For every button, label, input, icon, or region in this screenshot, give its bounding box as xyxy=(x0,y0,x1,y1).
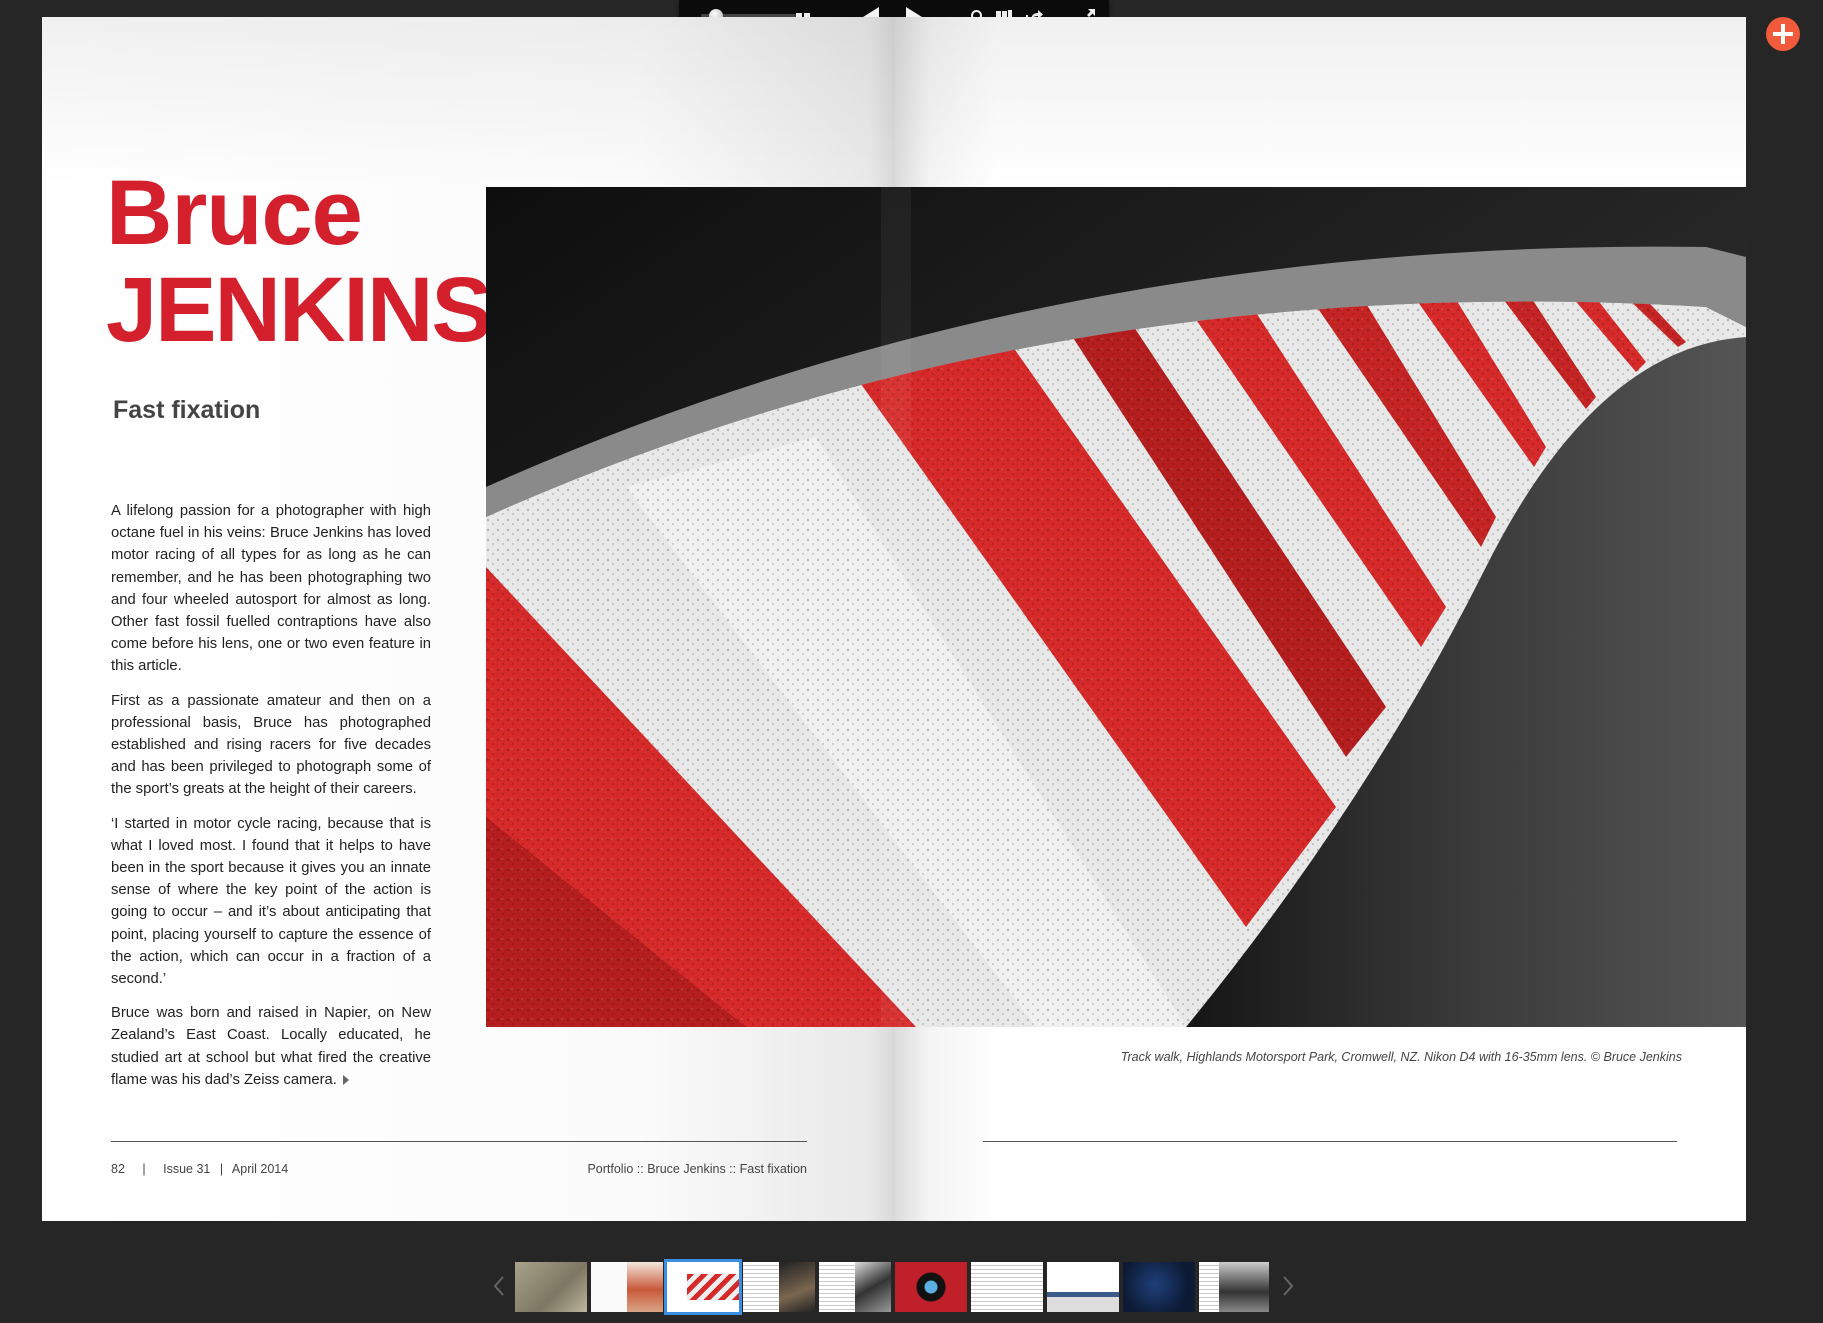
page-thumbnail[interactable] xyxy=(819,1262,891,1312)
footer-separator: | xyxy=(142,1162,146,1176)
article-subtitle: Fast fixation xyxy=(113,396,261,424)
page-thumbnail[interactable] xyxy=(515,1262,587,1312)
article-paragraph: ‘I started in motor cycle racing, becaus… xyxy=(111,815,431,988)
footer-divider xyxy=(111,1141,807,1142)
photo-caption: Track walk, Highlands Motorsport Park, C… xyxy=(1120,1050,1682,1064)
article-paragraph: First as a passionate amateur and then o… xyxy=(111,692,431,798)
article-paragraph: Bruce was born and raised in Napier, on … xyxy=(111,1005,431,1088)
page-thumbnail[interactable] xyxy=(743,1262,815,1312)
page-thumbnail[interactable] xyxy=(1199,1262,1269,1312)
page-footer-info: 82 | Issue 31 | April 2014 xyxy=(111,1162,302,1176)
article-paragraph-last: Bruce was born and raised in Napier, on … xyxy=(111,1002,431,1091)
race-track-curb-image xyxy=(486,187,1746,1027)
plus-icon xyxy=(1773,24,1793,44)
magazine-viewer: Bruce JENKINS Fast fixation A lifelong p… xyxy=(0,0,1823,1323)
page-thumbnail[interactable] xyxy=(895,1262,967,1312)
issue-date: April 2014 xyxy=(231,1162,289,1176)
article-body: A lifelong passion for a photographer wi… xyxy=(111,500,431,1103)
continue-arrow-icon xyxy=(342,1074,349,1085)
article-photo[interactable] xyxy=(486,187,1746,1027)
thumbnails-previous-icon[interactable] xyxy=(492,1275,506,1297)
footer-divider xyxy=(983,1141,1677,1142)
add-button[interactable] xyxy=(1766,17,1800,51)
article-title-first-name: Bruce xyxy=(106,162,363,264)
article-title-last-name: JENKINS xyxy=(106,259,493,361)
article-paragraph: A lifelong passion for a photographer wi… xyxy=(111,503,431,675)
thumbnails-next-icon[interactable] xyxy=(1281,1275,1295,1297)
section-label: Portfolio :: Bruce Jenkins :: Fast fixat… xyxy=(587,1162,807,1176)
magazine-spread: Bruce JENKINS Fast fixation A lifelong p… xyxy=(42,17,1746,1221)
page-thumbnail[interactable] xyxy=(1123,1262,1195,1312)
page-thumbnail-selected[interactable] xyxy=(664,1259,742,1315)
page-thumbnail[interactable] xyxy=(591,1262,663,1312)
page-thumbnail[interactable] xyxy=(971,1262,1043,1312)
page-thumbnail[interactable] xyxy=(1047,1262,1119,1312)
issue-number: Issue 31 xyxy=(163,1162,211,1176)
page-number: 82 xyxy=(111,1162,125,1176)
footer-separator: | xyxy=(219,1162,224,1176)
